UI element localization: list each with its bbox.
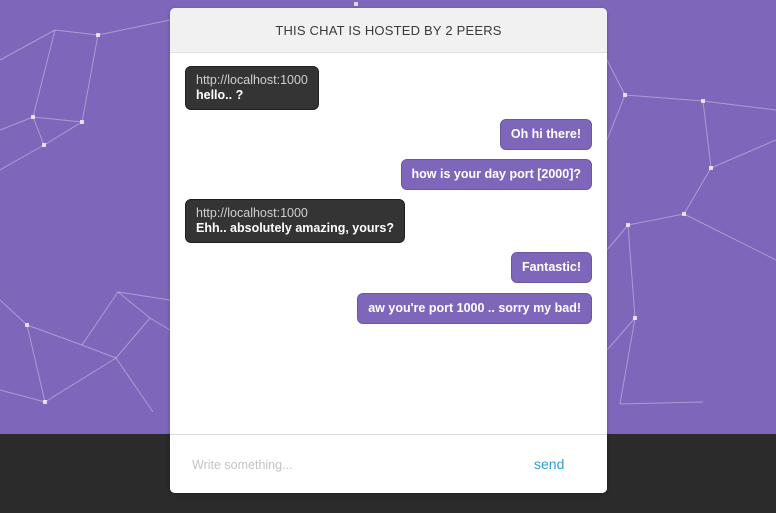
message-sender: http://localhost:1000: [196, 73, 308, 87]
message-text: hello.. ?: [196, 88, 244, 102]
message-outgoing: Oh hi there!: [499, 119, 592, 150]
message-text: aw you're port 1000 .. sorry my bad!: [368, 301, 581, 315]
message-list: http://localhost:1000 hello.. ? Oh hi th…: [170, 53, 607, 434]
chat-title: THIS CHAT IS HOSTED BY 2 PEERS: [275, 22, 502, 38]
message-sender: http://localhost:1000: [196, 206, 308, 220]
message-outgoing: aw you're port 1000 .. sorry my bad!: [357, 293, 592, 324]
message-outgoing: how is your day port [2000]?: [400, 159, 592, 190]
message-text: Fantastic!: [521, 260, 581, 274]
message-composer: send: [170, 434, 607, 493]
message-incoming: http://localhost:1000 hello.. ?: [185, 66, 319, 110]
send-button[interactable]: send: [522, 453, 576, 475]
chat-header: THIS CHAT IS HOSTED BY 2 PEERS: [170, 8, 607, 53]
message-input[interactable]: [190, 453, 494, 477]
message-incoming: http://localhost:1000 Ehh.. absolutely a…: [185, 199, 405, 243]
chat-window: THIS CHAT IS HOSTED BY 2 PEERS http://lo…: [170, 8, 607, 493]
message-text: how is your day port [2000]?: [411, 167, 581, 181]
message-text: Oh hi there!: [510, 127, 581, 141]
message-outgoing: Fantastic!: [510, 252, 592, 283]
message-text: Ehh.. absolutely amazing, yours?: [196, 221, 394, 235]
